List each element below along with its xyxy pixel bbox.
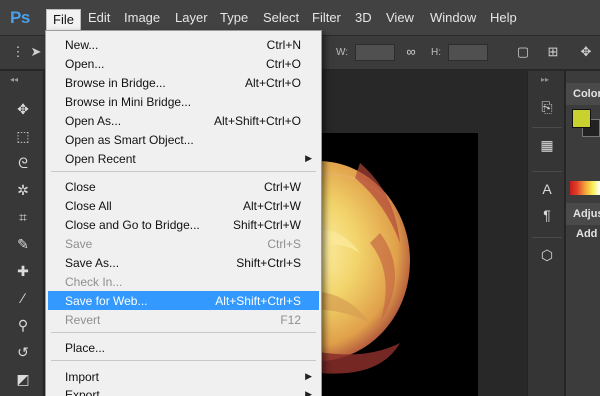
options-grip-icon: ⋮ [11, 44, 25, 59]
menu-edit[interactable]: Edit [88, 10, 110, 25]
submenu-arrow-icon: ▶ [305, 153, 312, 163]
menu-item-save-for-web[interactable]: Save for Web... Alt+Shift+Ctrl+S [48, 291, 319, 310]
eraser-tool-icon[interactable]: ◩ [13, 369, 33, 389]
3d-panel-icon[interactable]: ⬡ [537, 245, 557, 265]
dock-divider [532, 127, 562, 128]
dock-divider [532, 171, 562, 172]
menu-separator [51, 332, 316, 333]
color-tab[interactable]: Color [566, 83, 600, 105]
magic-wand-tool-icon[interactable]: ✲ [13, 180, 33, 200]
brush-tool-icon[interactable]: ∕ [13, 288, 33, 308]
menu-item-revert: Revert F12 [65, 313, 301, 327]
file-menu-dropdown: New... Ctrl+N Open... Ctrl+O Browse in Bri… [45, 30, 322, 396]
dock-collapse-icon[interactable]: ▸▸ [541, 75, 549, 84]
menu-item-open[interactable]: Open... Ctrl+O [46, 54, 321, 73]
height-label: H: [431, 47, 441, 58]
menu-item-open-as-smart-object[interactable]: Open as Smart Object... [46, 130, 321, 149]
menu-item-browse-in-bridge[interactable]: Browse in Bridge... Alt+Ctrl+O [46, 73, 321, 92]
menu-help[interactable]: Help [490, 10, 517, 25]
history-brush-tool-icon[interactable]: ↺ [13, 342, 33, 362]
adjustments-add-label: Add a [576, 228, 600, 240]
photoshop-logo: Ps [10, 8, 30, 27]
menu-item-export[interactable]: Export ▶ [46, 385, 321, 396]
menu-select[interactable]: Select [263, 10, 299, 25]
link-icon[interactable]: ∞ [403, 44, 419, 60]
lasso-tool-icon[interactable]: ᘓ [13, 153, 33, 173]
clone-stamp-tool-icon[interactable]: ⚲ [13, 315, 33, 335]
menu-item-open-recent[interactable]: Open Recent ▶ [46, 149, 321, 168]
menu-3d[interactable]: 3D [355, 10, 372, 25]
menu-item-close[interactable]: Close Ctrl+W [46, 177, 321, 196]
adjustments-tab[interactable]: Adjus [566, 203, 600, 225]
foreground-color-swatch[interactable] [572, 109, 591, 128]
move-tool-preset-icon[interactable]: ➤ [28, 44, 44, 60]
healing-brush-tool-icon[interactable]: ✚ [13, 261, 33, 281]
color-panel: Color Adjus Add a [566, 71, 600, 396]
menu-item-open-as[interactable]: Open As... Alt+Shift+Ctrl+O [46, 111, 321, 130]
crop-tool-icon[interactable]: ⌗ [13, 207, 33, 227]
menu-item-close-all[interactable]: Close All Alt+Ctrl+W [46, 196, 321, 215]
transform-icon[interactable]: ⊞ [545, 44, 561, 60]
actions-panel-icon[interactable]: ▦ [537, 135, 557, 155]
dock-divider [532, 237, 562, 238]
menu-filter[interactable]: Filter [312, 10, 341, 25]
tools-panel: ◂◂ ✥ ⬚ ᘓ ✲ ⌗ ✎ ✚ ∕ ⚲ ↺ ◩ [0, 71, 44, 396]
height-field[interactable] [448, 44, 488, 61]
character-panel-icon[interactable]: A [537, 179, 557, 199]
menu-item-check-in: Check In... [65, 275, 123, 289]
width-label: W: [336, 47, 349, 58]
submenu-arrow-icon: ▶ [305, 389, 312, 396]
menu-layer[interactable]: Layer [175, 10, 208, 25]
align-icon[interactable]: ▢ [515, 44, 531, 60]
marquee-tool-icon[interactable]: ⬚ [13, 126, 33, 146]
width-field[interactable] [355, 44, 395, 61]
menu-item-close-and-go-to-bridge[interactable]: Close and Go to Bridge... Shift+Ctrl+W [46, 215, 321, 234]
history-panel-icon[interactable]: ⎘ [537, 97, 557, 117]
menu-window[interactable]: Window [430, 10, 476, 25]
submenu-arrow-icon: ▶ [305, 371, 312, 381]
document-image[interactable] [300, 133, 478, 396]
menu-view[interactable]: View [386, 10, 414, 25]
menu-item-new[interactable]: New... Ctrl+N [46, 35, 321, 54]
panel-dock: ▸▸ ⎘ ▦ A ¶ ⬡ [527, 71, 565, 396]
menu-type[interactable]: Type [220, 10, 248, 25]
menu-item-place[interactable]: Place... [46, 338, 321, 357]
menu-item-browse-in-mini-bridge[interactable]: Browse in Mini Bridge... [46, 92, 321, 111]
menu-file[interactable]: File [46, 9, 81, 31]
menu-separator [51, 171, 316, 172]
tools-collapse-icon[interactable]: ◂◂ [10, 75, 18, 84]
warp-icon[interactable]: ✥ [578, 44, 594, 60]
move-tool-icon[interactable]: ✥ [13, 99, 33, 119]
menu-image[interactable]: Image [124, 10, 160, 25]
menu-item-import[interactable]: Import ▶ [46, 367, 321, 386]
rose-image [300, 161, 410, 374]
menu-item-save-as[interactable]: Save As... Shift+Ctrl+S [46, 253, 321, 272]
menu-separator [51, 360, 316, 361]
eyedropper-tool-icon[interactable]: ✎ [13, 234, 33, 254]
menu-item-save: Save Ctrl+S [65, 237, 301, 251]
color-spectrum[interactable] [570, 181, 600, 195]
paragraph-panel-icon[interactable]: ¶ [537, 205, 557, 225]
